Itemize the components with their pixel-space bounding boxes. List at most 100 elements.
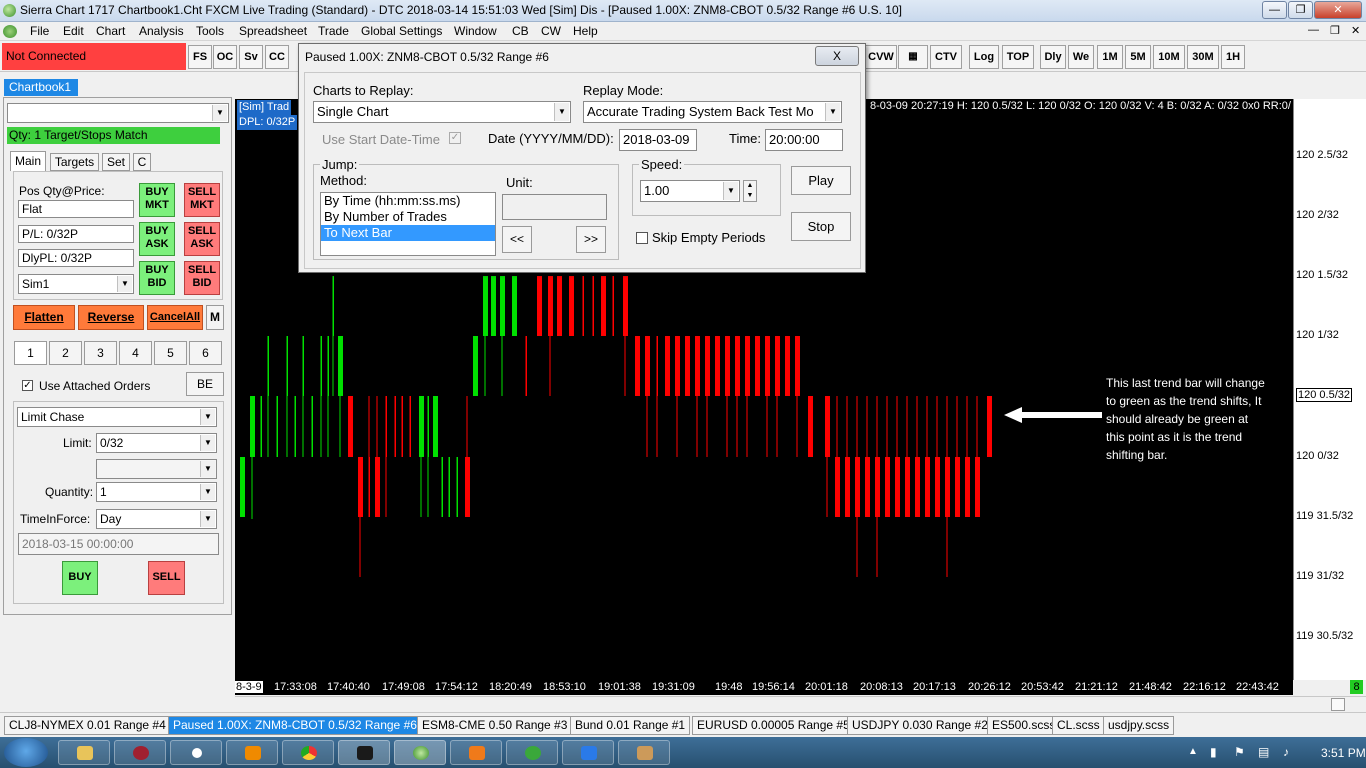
tab-main[interactable]: Main	[10, 151, 46, 171]
close-window-button[interactable]: ✕	[1314, 1, 1362, 19]
chart-tab[interactable]: CL.scss	[1052, 716, 1105, 735]
10m-button[interactable]: 10M	[1153, 45, 1185, 69]
tab-set[interactable]: Set	[102, 153, 130, 171]
tray-network-icon[interactable]: ▤	[1258, 745, 1269, 759]
chart-tab[interactable]: EURUSD 0.00005 Range #5	[692, 716, 855, 735]
tray-arrow-icon[interactable]: ▲	[1188, 746, 1198, 757]
tab-targets[interactable]: Targets	[50, 153, 99, 171]
dly-button[interactable]: Dly	[1040, 45, 1066, 69]
minimize-button[interactable]: —	[1262, 1, 1287, 19]
stop-button[interactable]: Stop	[791, 212, 851, 241]
we-button[interactable]: We	[1068, 45, 1094, 69]
menu-edit[interactable]: Edit	[63, 24, 84, 38]
jump-back-button[interactable]: <<	[502, 226, 532, 253]
table-grid-icon[interactable]: ▦	[898, 45, 928, 69]
menu-window[interactable]: Window	[454, 24, 497, 38]
time-axis[interactable]: 8-3-9 17:33:08 17:40:40 17:49:08 17:54:1…	[235, 680, 1293, 695]
attached-orders-checkbox[interactable]: ✓	[22, 380, 33, 391]
1h-button[interactable]: 1H	[1221, 45, 1245, 69]
scroll-thumb[interactable]	[1331, 698, 1345, 711]
m-button[interactable]: M	[206, 305, 224, 330]
limit-combo[interactable]: 0/32 ▼	[96, 433, 217, 453]
buy-ask-button[interactable]: BUY ASK	[139, 222, 175, 256]
5m-button[interactable]: 5M	[1125, 45, 1151, 69]
menu-spreadsheet[interactable]: Spreadsheet	[239, 24, 307, 38]
buy-button[interactable]: BUY	[62, 561, 98, 595]
chart-tab[interactable]: CLJ8-NYMEX 0.01 Range #4	[4, 716, 171, 735]
oc-button[interactable]: OC	[213, 45, 237, 69]
quantity-combo[interactable]: 1 ▼	[96, 482, 217, 502]
app-task[interactable]	[114, 740, 166, 765]
buy-bid-button[interactable]: BUY BID	[139, 261, 175, 295]
date-field[interactable]: 2018-03-09	[619, 129, 697, 151]
top-button[interactable]: TOP	[1002, 45, 1034, 69]
target-4-button[interactable]: 4	[119, 341, 152, 365]
menu-tools[interactable]: Tools	[196, 24, 224, 38]
method-by-time[interactable]: By Time (hh:mm:ss.ms)	[321, 193, 495, 209]
symbol-combo[interactable]: ▼	[7, 103, 229, 123]
chart-tab-active[interactable]: Paused 1.00X: ZNM8-CBOT 0.5/32 Range #6	[168, 716, 422, 735]
method-next-bar[interactable]: To Next Bar	[321, 225, 495, 241]
speed-spinner[interactable]: ▲ ▼	[743, 180, 757, 202]
media-task[interactable]	[450, 740, 502, 765]
app-task[interactable]	[170, 740, 222, 765]
tray-volume-icon[interactable]: ♪	[1283, 745, 1289, 759]
tray-device-icon[interactable]: ▮	[1210, 745, 1217, 759]
tray-flag-icon[interactable]: ⚑	[1234, 745, 1245, 759]
play-button[interactable]: Play	[791, 166, 851, 195]
sv-button[interactable]: Sv	[239, 45, 263, 69]
chart-tab[interactable]: usdjpy.scss	[1103, 716, 1175, 735]
menu-trade[interactable]: Trade	[318, 24, 349, 38]
target-1-button[interactable]: 1	[14, 341, 47, 365]
speed-combo[interactable]: 1.00 ▼	[640, 180, 740, 202]
skip-empty-checkbox[interactable]	[636, 232, 648, 244]
jump-method-list[interactable]: By Time (hh:mm:ss.ms) By Number of Trade…	[320, 192, 496, 256]
charts-to-replay-combo[interactable]: Single Chart ▼	[313, 101, 571, 123]
cancel-all-button[interactable]: CancelAll	[147, 305, 203, 330]
download-task[interactable]	[562, 740, 614, 765]
maximize-button[interactable]: ❐	[1288, 1, 1313, 19]
menu-file[interactable]: File	[30, 24, 49, 38]
cc-button[interactable]: CC	[265, 45, 289, 69]
mdi-minimize-icon[interactable]: —	[1308, 24, 1319, 36]
doc-icon[interactable]	[3, 25, 17, 38]
use-start-datetime-checkbox[interactable]: ✓	[449, 132, 461, 144]
menu-help[interactable]: Help	[573, 24, 598, 38]
clock[interactable]: 3:51 PM	[1321, 746, 1366, 760]
menu-cw[interactable]: CW	[541, 24, 561, 38]
account-combo[interactable]: Sim1 ▼	[18, 274, 134, 294]
good-till-datetime-field[interactable]: 2018-03-15 00:00:00	[18, 533, 219, 555]
cvw-button[interactable]: CVW	[865, 45, 897, 69]
target-3-button[interactable]: 3	[84, 341, 117, 365]
replay-mode-combo[interactable]: Accurate Trading System Back Test Mo ▼	[583, 101, 842, 123]
target-2-button[interactable]: 2	[49, 341, 82, 365]
menu-cb[interactable]: CB	[512, 24, 529, 38]
chart-tab[interactable]: ES500.scss	[987, 716, 1061, 735]
connection-status[interactable]: Not Connected	[2, 43, 186, 70]
log-button[interactable]: Log	[969, 45, 999, 69]
ctv-button[interactable]: CTV	[930, 45, 962, 69]
chart-tab[interactable]: ESM8-CME 0.50 Range #3	[417, 716, 573, 735]
1m-button[interactable]: 1M	[1097, 45, 1123, 69]
sierra-chart-task[interactable]	[394, 740, 446, 765]
chrome-task[interactable]	[282, 740, 334, 765]
buy-market-button[interactable]: BUY MKT	[139, 183, 175, 217]
reverse-button[interactable]: Reverse	[78, 305, 144, 330]
jump-forward-button[interactable]: >>	[576, 226, 606, 253]
sell-button[interactable]: SELL	[148, 561, 185, 595]
stop-combo[interactable]: ▼	[96, 459, 217, 479]
price-axis[interactable]: 120 2.5/32 120 2/32 120 1.5/32 120 1/32 …	[1293, 99, 1366, 680]
tif-combo[interactable]: Day ▼	[96, 509, 217, 529]
target-5-button[interactable]: 5	[154, 341, 187, 365]
sell-ask-button[interactable]: SELL ASK	[184, 222, 220, 256]
chartbook-tab[interactable]: Chartbook1	[4, 79, 78, 96]
explorer-task[interactable]	[58, 740, 110, 765]
method-by-trades[interactable]: By Number of Trades	[321, 209, 495, 225]
start-button-icon[interactable]	[4, 738, 48, 767]
mdi-restore-icon[interactable]: ❐	[1330, 24, 1340, 37]
unit-field[interactable]	[502, 194, 607, 220]
30m-button[interactable]: 30M	[1187, 45, 1219, 69]
be-button[interactable]: BE	[186, 372, 224, 396]
time-field[interactable]: 20:00:00	[765, 129, 843, 151]
torrent-task[interactable]	[506, 740, 558, 765]
